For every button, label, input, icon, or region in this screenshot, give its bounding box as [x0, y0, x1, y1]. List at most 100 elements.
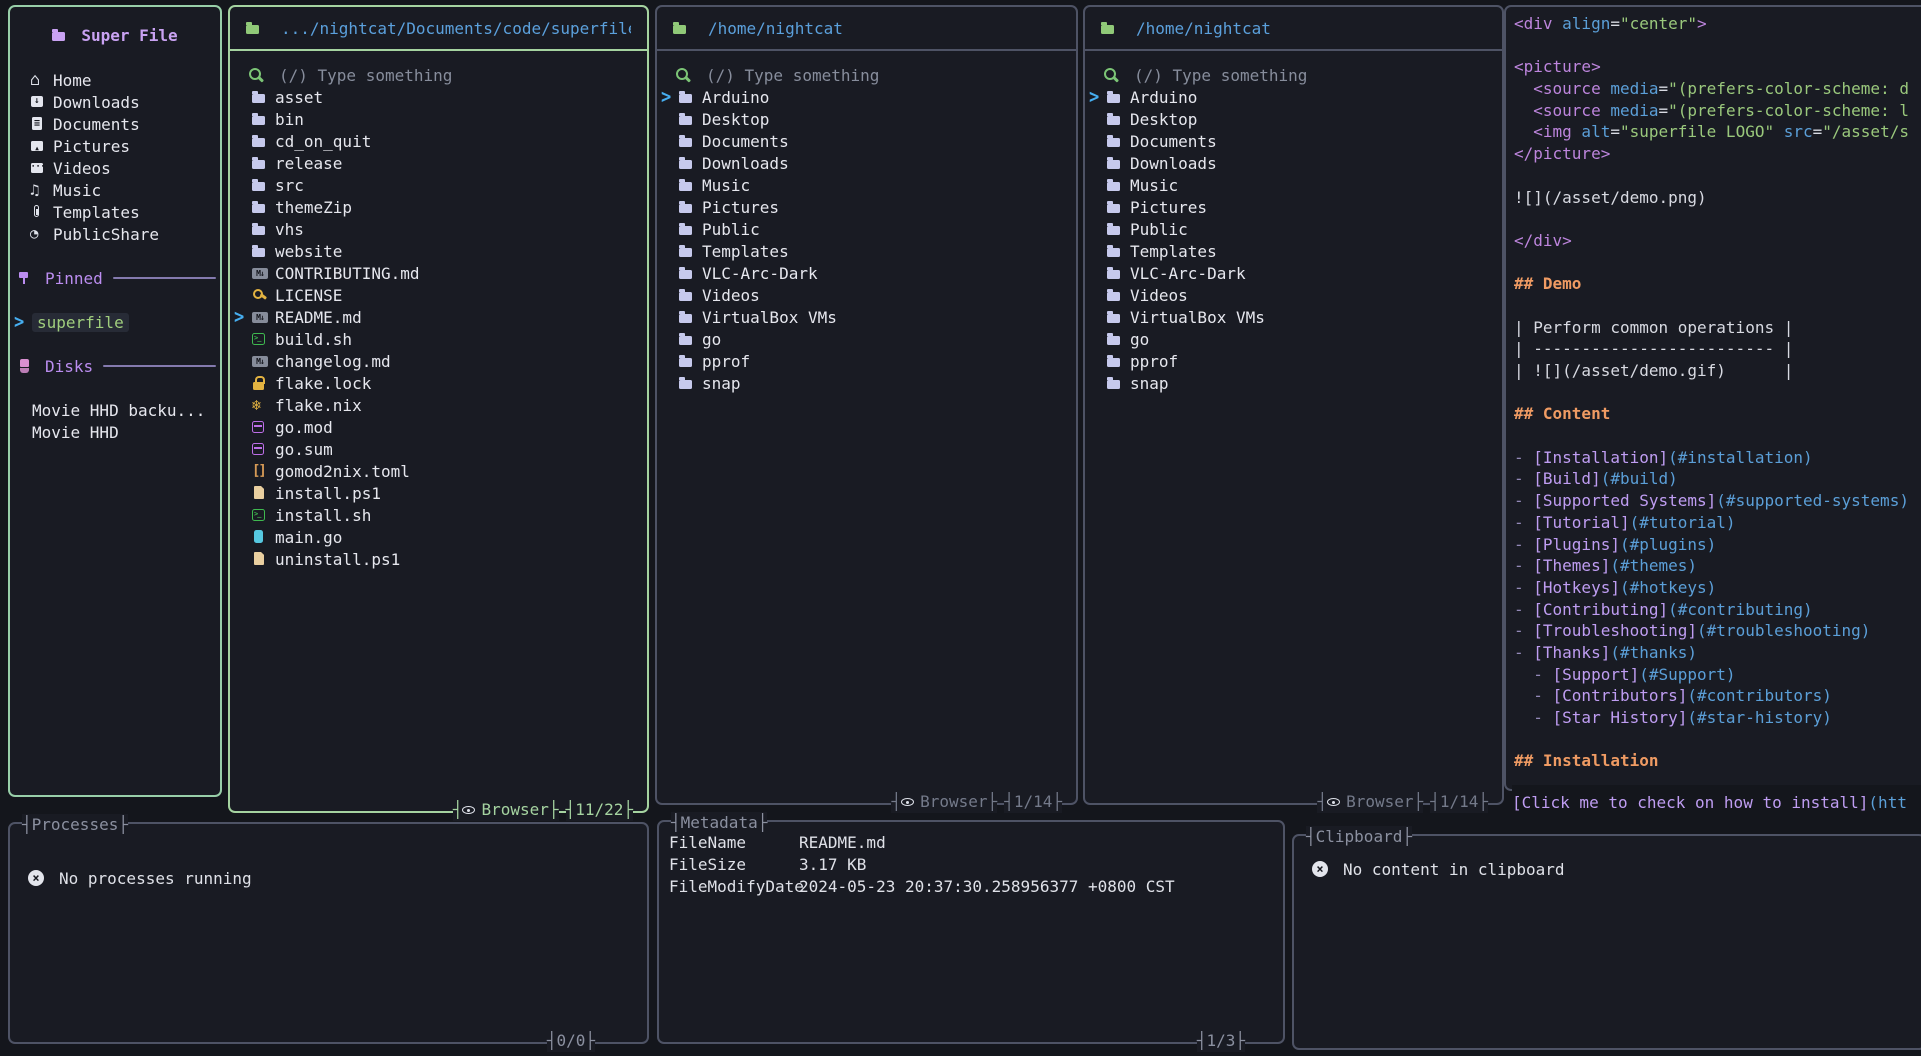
file-row[interactable]: >changelog.md [230, 350, 647, 372]
md-file-icon [252, 350, 270, 372]
folder-icon [1107, 284, 1125, 306]
file-row[interactable]: >build.sh [230, 328, 647, 350]
file-row[interactable]: >VLC-Arc-Dark [657, 262, 1076, 284]
disk-item[interactable]: Movie HHD [10, 421, 220, 443]
sidebar-item-pictures[interactable]: Pictures [10, 135, 220, 157]
file-row[interactable]: >snap [1085, 372, 1502, 394]
file-name: Music [1130, 176, 1178, 195]
file-row[interactable]: >go [1085, 328, 1502, 350]
pinned-item-superfile[interactable]: >superfile [10, 311, 220, 333]
file-row[interactable]: >go.sum [230, 438, 647, 460]
file-row[interactable]: >website [230, 240, 647, 262]
file-row[interactable]: >Desktop [657, 108, 1076, 130]
file-row[interactable]: >bin [230, 108, 647, 130]
lock-file-icon [252, 372, 270, 394]
flake-file-icon: ❄ [252, 394, 270, 416]
file-row[interactable]: >❄flake.nix [230, 394, 647, 416]
file-name: VirtualBox VMs [1130, 308, 1265, 327]
file-row[interactable]: >Arduino [1085, 86, 1502, 108]
toml-file-icon: [] [252, 460, 270, 482]
file-row[interactable]: >install.sh [230, 504, 647, 526]
file-row[interactable]: >Pictures [657, 196, 1076, 218]
file-row[interactable]: >pprof [1085, 350, 1502, 372]
file-row[interactable]: >install.ps1 [230, 482, 647, 504]
sidebar-item-videos[interactable]: Videos [10, 157, 220, 179]
folder-icon [1107, 174, 1125, 196]
file-row[interactable]: >Downloads [1085, 152, 1502, 174]
file-row[interactable]: >go [657, 328, 1076, 350]
folder-icon [679, 108, 697, 130]
file-row[interactable]: >Documents [1085, 130, 1502, 152]
folder-icon [1107, 130, 1125, 152]
file-row[interactable]: >Pictures [1085, 196, 1502, 218]
file-row[interactable]: >README.md [230, 306, 647, 328]
markdown-line [1514, 209, 1921, 231]
file-row[interactable]: >Videos [1085, 284, 1502, 306]
sidebar-item-documents[interactable]: Documents [10, 113, 220, 135]
folder-icon [1107, 350, 1125, 372]
file-row[interactable]: >Music [657, 174, 1076, 196]
folder-icon [679, 284, 697, 306]
disks-label: Disks [45, 357, 93, 376]
sidebar-item-home[interactable]: ⌂Home [10, 69, 220, 91]
markdown-line: <picture> [1514, 57, 1921, 79]
folder-icon [52, 24, 70, 46]
file-name: changelog.md [275, 352, 391, 371]
file-panel-2: /home/nightcat (/) Type something >Ardui… [655, 5, 1078, 805]
folder-icon [252, 108, 270, 130]
file-row[interactable]: >vhs [230, 218, 647, 240]
folder-icon [1107, 328, 1125, 350]
file-name: src [275, 176, 304, 195]
clipboard-title: Clipboard [1306, 826, 1412, 848]
panel-header: /home/nightcat [657, 7, 1076, 51]
metadata-row: FileNameREADME.md [669, 831, 1283, 853]
disk-item[interactable]: Movie HHD backu... [10, 399, 220, 421]
file-row[interactable]: >Arduino [657, 86, 1076, 108]
folder-icon [252, 218, 270, 240]
file-row[interactable]: >go.mod [230, 416, 647, 438]
file-row[interactable]: >flake.lock [230, 372, 647, 394]
folder-icon [679, 262, 697, 284]
file-row[interactable]: >Public [657, 218, 1076, 240]
file-row[interactable]: >asset [230, 86, 647, 108]
file-name: Documents [1130, 132, 1217, 151]
sidebar-item-downloads[interactable]: Downloads [10, 91, 220, 113]
file-row[interactable]: >Templates [1085, 240, 1502, 262]
file-row[interactable]: >src [230, 174, 647, 196]
markdown-line [1514, 296, 1921, 318]
search-input[interactable]: (/) Type something [1091, 64, 1496, 86]
sidebar-item-music[interactable]: ♫Music [10, 179, 220, 201]
sidebar-item-publicshare[interactable]: ◔PublicShare [10, 223, 220, 245]
templates-icon [30, 201, 48, 223]
file-row[interactable]: >release [230, 152, 647, 174]
markdown-line: - [Contributors](#contributors) [1514, 686, 1921, 708]
file-row[interactable]: >cd_on_quit [230, 130, 647, 152]
search-input[interactable]: (/) Type something [663, 64, 1070, 86]
sidebar-item-templates[interactable]: Templates [10, 201, 220, 223]
file-row[interactable]: >LICENSE [230, 284, 647, 306]
file-row[interactable]: >themeZip [230, 196, 647, 218]
file-row[interactable]: >VirtualBox VMs [657, 306, 1076, 328]
file-row[interactable]: >VirtualBox VMs [1085, 306, 1502, 328]
term-file-icon [252, 328, 270, 350]
file-row[interactable]: >uninstall.ps1 [230, 548, 647, 570]
file-row[interactable]: >pprof [657, 350, 1076, 372]
divider [103, 365, 216, 367]
file-row[interactable]: >Templates [657, 240, 1076, 262]
file-row[interactable]: >VLC-Arc-Dark [1085, 262, 1502, 284]
file-row[interactable]: >CONTRIBUTING.md [230, 262, 647, 284]
file-row[interactable]: >Desktop [1085, 108, 1502, 130]
file-row[interactable]: >Public [1085, 218, 1502, 240]
markdown-line: <source media="(prefers-color-scheme: l [1514, 101, 1921, 123]
file-row[interactable]: >snap [657, 372, 1076, 394]
file-row[interactable]: >[]gomod2nix.toml [230, 460, 647, 482]
file-row[interactable]: >main.go [230, 526, 647, 548]
file-row[interactable]: >Downloads [657, 152, 1076, 174]
file-row[interactable]: >Music [1085, 174, 1502, 196]
search-input[interactable]: (/) Type something [236, 64, 641, 86]
markdown-line [1514, 730, 1921, 752]
file-row[interactable]: >Videos [657, 284, 1076, 306]
sidebar-item-label: Home [53, 71, 92, 90]
documents-icon [30, 113, 48, 135]
file-row[interactable]: >Documents [657, 130, 1076, 152]
